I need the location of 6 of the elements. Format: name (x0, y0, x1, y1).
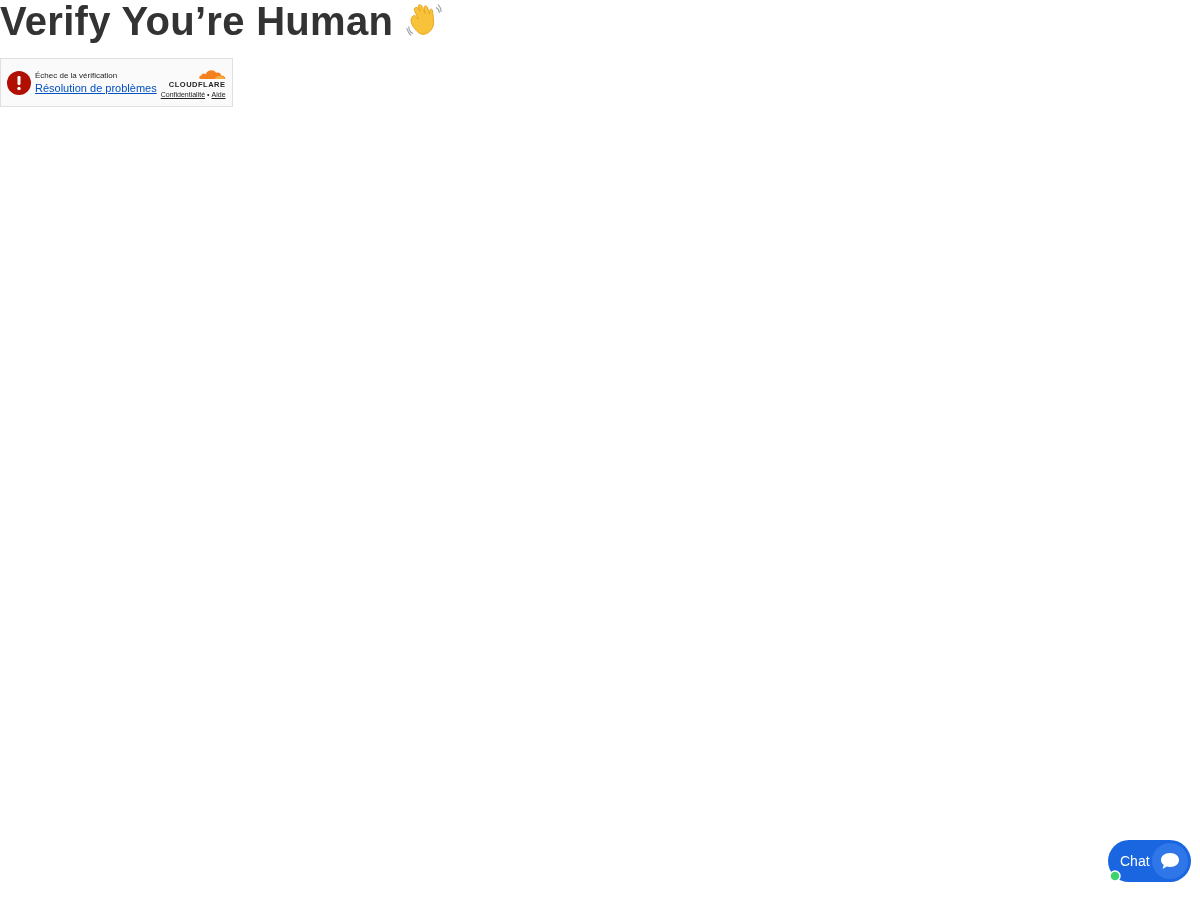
chat-button[interactable]: Chat (1108, 840, 1191, 882)
status-text: Échec de la vérification (35, 70, 119, 81)
page-heading: Verify You’re Human (0, 0, 394, 42)
chat-bubble-icon (1152, 843, 1188, 879)
troubleshoot-link[interactable]: Résolution de problèmes (35, 80, 157, 95)
error-icon (7, 70, 31, 95)
